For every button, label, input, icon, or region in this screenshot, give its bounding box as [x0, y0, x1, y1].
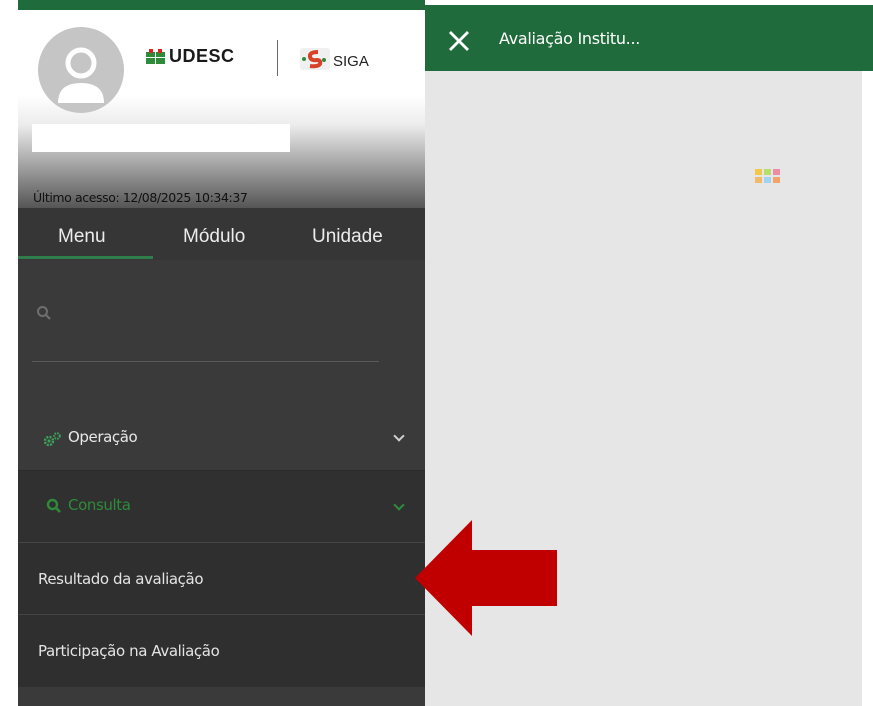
udesc-logo-text: UDESC: [169, 46, 235, 66]
user-name-box: [32, 124, 290, 152]
tab-unidade[interactable]: Unidade: [312, 226, 383, 248]
search-underline: [32, 361, 379, 362]
main-header: Avaliação Institu...: [425, 5, 873, 71]
menu-operacao-label: Operação: [68, 428, 138, 446]
menu-item-resultado[interactable]: Resultado da avaliação: [18, 542, 425, 615]
red-arrow-annotation: [415, 520, 557, 636]
udesc-logo: UDESC: [146, 46, 235, 67]
menu-resultado-label: Resultado da avaliação: [38, 570, 204, 588]
search-field[interactable]: [32, 280, 379, 362]
siga-mark-icon: [300, 48, 330, 74]
chevron-down-icon: [393, 499, 405, 511]
siga-logo: SIGA: [300, 48, 369, 74]
page-title: Avaliação Institu...: [499, 29, 641, 48]
menu-participacao-label: Participação na Avaliação: [38, 642, 220, 660]
sidebar-tabs: Menu Módulo Unidade: [18, 208, 425, 260]
search-icon: [36, 305, 52, 325]
profile-panel: UDESC SIGA Último acesso: 12/08/2025 10:…: [18, 10, 425, 208]
menu-item-consulta[interactable]: Consulta: [18, 470, 425, 543]
siga-logo-text: SIGA: [333, 52, 369, 70]
logo-divider: [277, 40, 278, 76]
gears-icon: [42, 432, 62, 452]
last-access-text: Último acesso: 12/08/2025 10:34:37: [33, 190, 248, 205]
avatar[interactable]: [38, 27, 124, 113]
udesc-mark-icon: [146, 49, 166, 64]
tab-modulo[interactable]: Módulo: [183, 226, 245, 248]
active-tab-indicator: [18, 256, 153, 259]
search-icon: [46, 498, 62, 518]
user-silhouette-icon: [58, 47, 104, 103]
sidebar: UDESC SIGA Último acesso: 12/08/2025 10:…: [18, 10, 425, 706]
sidebar-top-strip: [18, 0, 425, 10]
chevron-down-icon: [393, 430, 405, 442]
menu-item-operacao[interactable]: Operação: [18, 408, 425, 470]
menu-remaining: [18, 687, 425, 706]
menu-item-participacao[interactable]: Participação na Avaliação: [18, 614, 425, 688]
close-icon[interactable]: [447, 29, 471, 53]
loading-spinner-icon: [755, 169, 783, 187]
tab-menu[interactable]: Menu: [58, 226, 106, 248]
menu-consulta-label: Consulta: [68, 496, 131, 514]
